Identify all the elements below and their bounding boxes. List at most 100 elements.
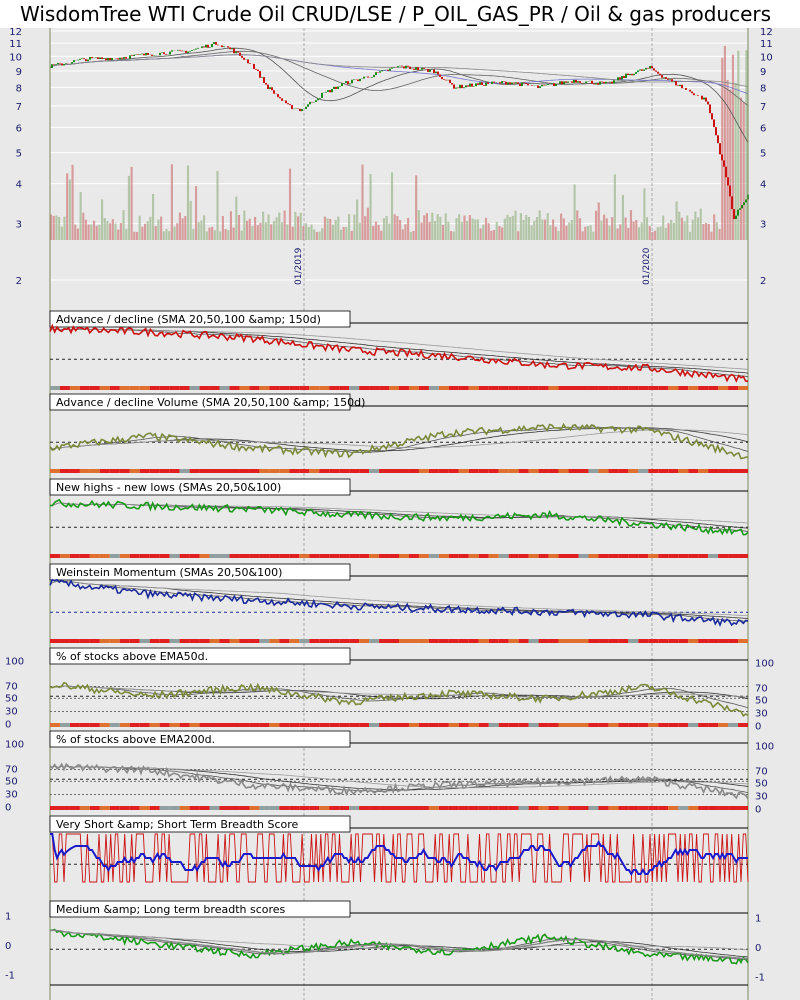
volume-bar: [611, 217, 614, 240]
volume-bar: [568, 222, 571, 240]
status-strip-segment: [119, 806, 130, 810]
status-strip-segment: [548, 723, 559, 727]
status-strip-segment: [389, 469, 399, 473]
status-strip-segment: [99, 554, 110, 558]
panel-tick-left: 70: [5, 681, 18, 692]
status-strip-segment: [189, 469, 200, 473]
volume-bar: [726, 80, 729, 240]
status-strip-segment: [698, 386, 709, 390]
volume-bar: [176, 223, 179, 240]
status-strip-segment: [89, 469, 100, 473]
volume-bar: [243, 210, 246, 240]
status-strip-segment: [568, 554, 579, 558]
status-strip-segment: [408, 554, 419, 558]
volume-bar: [420, 222, 423, 240]
volume-bar: [283, 210, 286, 240]
status-strip-segment: [708, 723, 719, 727]
status-strip-segment: [349, 639, 360, 643]
status-strip-segment: [478, 469, 489, 473]
status-strip-segment: [718, 639, 729, 643]
status-strip-segment: [678, 723, 689, 727]
status-strip-segment: [79, 386, 90, 390]
status-strip-segment: [518, 554, 529, 558]
volume-bar: [597, 202, 600, 240]
status-strip-segment: [319, 554, 330, 558]
volume-bar: [619, 224, 622, 240]
status-strip-segment: [498, 386, 509, 390]
price-axis-tick-right: 3: [760, 220, 766, 231]
status-strip-segment: [478, 806, 489, 810]
volume-bar: [557, 230, 560, 240]
status-strip-segment: [129, 806, 140, 810]
status-strip-segment: [578, 723, 589, 727]
volume-bar: [256, 225, 259, 240]
status-strip-segment: [738, 639, 748, 643]
status-strip-segment: [508, 639, 519, 643]
volume-bar: [552, 219, 555, 240]
status-strip-segment: [269, 806, 280, 810]
status-strip-segment: [279, 639, 290, 643]
volume-bar: [216, 171, 219, 240]
volume-bar: [745, 50, 748, 241]
status-strip-segment: [50, 554, 60, 558]
volume-bar: [517, 231, 520, 240]
status-strip-segment: [399, 639, 409, 643]
volume-bar: [707, 223, 710, 240]
status-strip-segment: [389, 386, 399, 390]
status-strip-segment: [458, 469, 469, 473]
status-strip-segment: [678, 639, 689, 643]
status-strip-segment: [538, 723, 549, 727]
status-strip-segment: [508, 806, 519, 810]
volume-bar: [603, 214, 606, 240]
status-strip-segment: [518, 806, 529, 810]
volume-bar: [280, 222, 284, 240]
status-strip-segment: [109, 469, 120, 473]
status-strip-segment: [508, 469, 519, 473]
status-strip-segment: [498, 554, 509, 558]
volume-bar: [307, 226, 310, 240]
volume-bar: [382, 218, 386, 240]
price-axis-tick-left: 6: [16, 123, 22, 134]
status-strip-segment: [648, 469, 659, 473]
panel-tick-left: 70: [5, 764, 18, 775]
status-strip-segment: [159, 639, 170, 643]
status-strip-segment: [458, 554, 469, 558]
status-strip-segment: [119, 386, 130, 390]
volume-bar: [237, 214, 241, 240]
volume-bar: [127, 175, 131, 240]
status-strip-segment: [578, 469, 589, 473]
status-strip-segment: [169, 806, 180, 810]
status-strip-segment: [399, 806, 409, 810]
status-strip-segment: [568, 723, 579, 727]
volume-bar: [705, 222, 708, 240]
price-axis-tick-left: 3: [16, 220, 22, 231]
status-strip-segment: [329, 554, 340, 558]
volume-bar: [205, 231, 208, 240]
volume-bar: [364, 216, 367, 240]
status-strip-segment: [319, 639, 330, 643]
status-strip-segment: [139, 469, 150, 473]
status-strip-segment: [498, 723, 509, 727]
status-strip-segment: [428, 469, 439, 473]
status-strip-segment: [169, 386, 180, 390]
status-strip-segment: [728, 386, 739, 390]
status-strip-segment: [548, 386, 559, 390]
price-axis-tick-left: 8: [16, 83, 22, 94]
status-strip-segment: [648, 723, 659, 727]
volume-bar: [439, 216, 442, 240]
volume-bar: [60, 226, 63, 240]
volume-bar: [254, 216, 257, 240]
volume-bar: [662, 215, 665, 240]
volume-bar: [119, 223, 122, 240]
status-strip-segment: [608, 386, 619, 390]
volume-bar: [90, 224, 93, 240]
status-strip-segment: [89, 554, 100, 558]
volume-bar: [549, 225, 552, 240]
status-strip-segment: [199, 469, 210, 473]
status-strip-segment: [109, 806, 120, 810]
volume-bar: [361, 164, 364, 240]
panel-title: Weinstein Momentum (SMAs 20,50&100): [56, 566, 282, 579]
volume-bar: [592, 231, 595, 240]
status-strip-segment: [688, 554, 699, 558]
status-strip-segment: [438, 554, 449, 558]
